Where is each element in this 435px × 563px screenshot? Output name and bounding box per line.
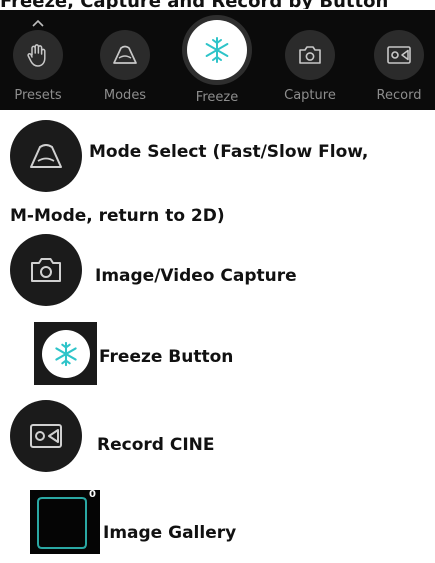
camera-icon — [299, 46, 321, 64]
capture-icon-circle — [10, 234, 82, 306]
record-circle[interactable] — [374, 30, 424, 80]
record-icon-circle — [10, 400, 82, 472]
freeze-icon-box — [34, 322, 97, 385]
record-legend-label: Record CINE — [97, 435, 215, 455]
modes-label: Modes — [103, 88, 147, 103]
bottom-toolbar: Presets Modes Freeze Capture Record — [0, 10, 435, 110]
video-camera-icon — [30, 424, 62, 448]
freeze-label: Freeze — [195, 90, 239, 105]
freeze-toolbar-button[interactable]: Freeze — [181, 10, 253, 105]
hand-icon — [27, 44, 46, 67]
gallery-legend-label: Image Gallery — [103, 523, 237, 543]
gallery-count: 0 — [89, 489, 96, 500]
presets-label: Presets — [14, 88, 62, 103]
ultrasound-probe-icon — [113, 45, 137, 64]
record-label: Record — [376, 88, 422, 103]
mode-select-label-line1: Mode Select (Fast/Slow Flow, — [89, 142, 369, 162]
camera-icon — [31, 258, 61, 282]
caret-up-icon[interactable] — [32, 19, 44, 27]
freeze-inner-circle — [41, 329, 90, 378]
mode-select-label-line2: M-Mode, return to 2D) — [10, 206, 225, 226]
modes-button[interactable]: Modes — [89, 10, 161, 103]
video-camera-icon — [387, 46, 411, 64]
cropped-header-text: Freeze, Capture and Record by Button — [0, 0, 435, 9]
presets-button[interactable]: Presets — [2, 10, 74, 103]
capture-legend-label: Image/Video Capture — [95, 266, 297, 286]
freeze-legend-label: Freeze Button — [99, 347, 234, 367]
presets-circle[interactable] — [13, 30, 63, 80]
ultrasound-probe-icon — [30, 144, 62, 168]
freeze-circle[interactable] — [187, 20, 247, 80]
snowflake-icon — [54, 341, 77, 366]
capture-circle[interactable] — [285, 30, 335, 80]
mode-select-icon-circle — [10, 120, 82, 192]
record-toolbar-button[interactable]: Record — [363, 10, 435, 103]
capture-toolbar-button[interactable]: Capture — [274, 10, 346, 103]
capture-label: Capture — [284, 88, 336, 103]
gallery-icon-box: 0 — [30, 489, 100, 554]
modes-circle[interactable] — [100, 30, 150, 80]
snowflake-icon — [205, 37, 229, 63]
